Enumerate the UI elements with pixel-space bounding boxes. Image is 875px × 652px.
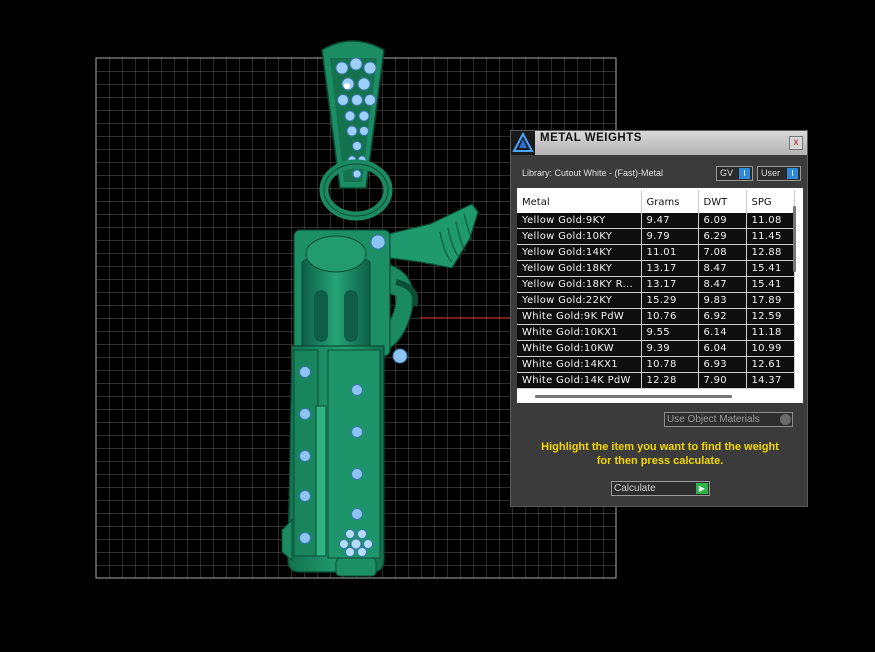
use-object-materials-label: Use Object Materials	[667, 414, 760, 425]
cell-grams: 10.76	[641, 308, 699, 325]
cell-dwt: 6.14	[698, 324, 747, 341]
cell-metal: White Gold:10KX1	[517, 324, 642, 341]
user-toggle[interactable]: User I	[757, 166, 801, 181]
gv-toggle-label: GV	[720, 168, 734, 178]
col-header-spg[interactable]: SPG	[746, 191, 795, 213]
dialog-body: Library: Cutout White - (Fast)-Metal GV …	[511, 155, 807, 506]
cell-metal: White Gold:14K PdW	[517, 372, 642, 389]
table-row[interactable]: Yellow Gold:14KY 11.01 7.08 12.88	[517, 244, 795, 261]
cell-grams: 9.79	[641, 228, 699, 245]
vertical-scrollbar[interactable]	[793, 206, 796, 272]
cell-dwt: 7.90	[698, 372, 747, 389]
cell-dwt: 6.29	[698, 228, 747, 245]
cell-grams: 9.55	[641, 324, 699, 341]
col-header-grams[interactable]: Grams	[641, 191, 699, 213]
cell-spg: 11.08	[746, 213, 795, 229]
metal-weights-dialog: METAL WEIGHTS x Library: Cutout White - …	[510, 130, 808, 507]
cell-grams: 12.28	[641, 372, 699, 389]
cell-dwt: 6.09	[698, 213, 747, 229]
table-row[interactable]: White Gold:9K PdW 10.76 6.92 12.59	[517, 308, 795, 325]
instruction-line-2: for then press calculate.	[596, 455, 724, 467]
cell-metal: Yellow Gold:18KY	[517, 260, 642, 277]
cell-grams: 13.17	[641, 260, 699, 277]
instruction-line-1: Highlight the item you want to find the …	[541, 441, 779, 453]
cell-grams: 9.39	[641, 340, 699, 357]
cell-metal: Yellow Gold:9KY	[517, 213, 642, 229]
table-row[interactable]: White Gold:10KX1 9.55 6.14 11.18	[517, 324, 795, 341]
metal-table: Metal Grams DWT SPG Yellow Gold:9KY 9.47 6…	[517, 191, 795, 389]
gv-toggle[interactable]: GV I	[716, 166, 753, 181]
close-button[interactable]: x	[789, 136, 803, 150]
table-row[interactable]: White Gold:14KX1 10.78 6.93 12.61	[517, 356, 795, 373]
cell-metal: White Gold:9K PdW	[517, 308, 642, 325]
cell-spg: 12.88	[746, 244, 795, 261]
cell-metal: Yellow Gold:22KY	[517, 292, 642, 309]
cell-grams: 13.17	[641, 276, 699, 293]
cell-grams: 9.47	[641, 213, 699, 229]
library-label: Library: Cutout White - (Fast)-Metal	[522, 168, 664, 178]
user-toggle-label: User	[761, 168, 781, 178]
table-row[interactable]: Yellow Gold:22KY 15.29 9.83 17.89	[517, 292, 795, 309]
cell-spg: 17.89	[746, 292, 795, 309]
cell-spg: 15.41	[746, 260, 795, 277]
table-row[interactable]: White Gold:14K PdW 12.28 7.90 14.37	[517, 372, 795, 389]
gv-indicator-icon: I	[739, 168, 750, 179]
metal-weights-table[interactable]: Metal Grams DWT SPG Yellow Gold:9KY 9.47 6…	[517, 188, 803, 403]
instruction-text: Highlight the item you want to find the …	[519, 440, 801, 468]
cell-dwt: 7.08	[698, 244, 747, 261]
table-header-row: Metal Grams DWT SPG	[517, 191, 795, 213]
cell-spg: 11.45	[746, 228, 795, 245]
table-row[interactable]: Yellow Gold:18KY R... 13.17 8.47 15.41	[517, 276, 795, 293]
cell-spg: 12.61	[746, 356, 795, 373]
app-logo-icon	[511, 131, 535, 155]
cell-spg: 10.99	[746, 340, 795, 357]
cell-metal: White Gold:10KW	[517, 340, 642, 357]
cell-dwt: 6.92	[698, 308, 747, 325]
dropdown-knob-icon	[780, 414, 791, 425]
cell-metal: Yellow Gold:18KY R...	[517, 276, 642, 293]
dialog-title: METAL WEIGHTS	[540, 132, 642, 144]
horizontal-scrollbar[interactable]	[535, 395, 732, 398]
cell-spg: 14.37	[746, 372, 795, 389]
cell-dwt: 8.47	[698, 276, 747, 293]
table-row[interactable]: Yellow Gold:10KY 9.79 6.29 11.45	[517, 228, 795, 245]
cell-dwt: 6.93	[698, 356, 747, 373]
cell-metal: Yellow Gold:14KY	[517, 244, 642, 261]
cell-grams: 11.01	[641, 244, 699, 261]
cell-dwt: 6.04	[698, 340, 747, 357]
dialog-titlebar[interactable]: METAL WEIGHTS x	[511, 131, 807, 155]
calculate-label: Calculate	[614, 483, 656, 494]
table-row[interactable]: White Gold:10KW 9.39 6.04 10.99	[517, 340, 795, 357]
cell-grams: 15.29	[641, 292, 699, 309]
play-arrow-icon: ▶	[696, 483, 708, 494]
user-indicator-icon: I	[787, 168, 798, 179]
cell-dwt: 9.83	[698, 292, 747, 309]
use-object-materials-dropdown[interactable]: Use Object Materials	[664, 412, 793, 427]
calculate-button[interactable]: Calculate ▶	[611, 481, 710, 496]
cell-spg: 11.18	[746, 324, 795, 341]
table-row[interactable]: Yellow Gold:18KY 13.17 8.47 15.41	[517, 260, 795, 277]
cell-metal: Yellow Gold:10KY	[517, 228, 642, 245]
cell-spg: 15.41	[746, 276, 795, 293]
cell-grams: 10.78	[641, 356, 699, 373]
col-header-metal[interactable]: Metal	[517, 191, 642, 213]
col-header-dwt[interactable]: DWT	[698, 191, 747, 213]
table-row[interactable]: Yellow Gold:9KY 9.47 6.09 11.08	[517, 213, 795, 229]
cell-spg: 12.59	[746, 308, 795, 325]
cell-metal: White Gold:14KX1	[517, 356, 642, 373]
cell-dwt: 8.47	[698, 260, 747, 277]
